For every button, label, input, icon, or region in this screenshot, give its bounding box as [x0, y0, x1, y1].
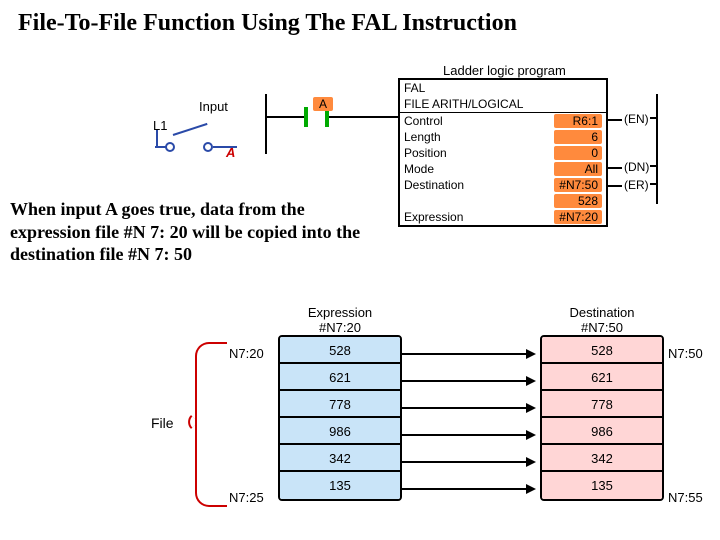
- dn-output-pin: (DN): [608, 160, 649, 174]
- dest-start-addr: N7:50: [668, 346, 703, 361]
- fal-length-label: Length: [404, 130, 441, 144]
- er-rail-connect: [650, 183, 658, 185]
- fal-length-value: 6: [554, 130, 602, 144]
- ladder-left-rail: [265, 94, 267, 154]
- destination-file-table: Destination #N7:50 528 621 778 986 342 1…: [540, 305, 664, 501]
- fal-position-value: 0: [554, 146, 602, 160]
- file-brace: [195, 342, 227, 507]
- expr-end-addr: N7:25: [229, 490, 264, 505]
- fal-instruction-block: FAL FILE ARITH/LOGICAL Control R6:1 Lengt…: [398, 78, 608, 227]
- expr-row: 986: [280, 418, 400, 445]
- expression-file-table: Expression #N7:20 528 621 778 986 342 13…: [278, 305, 402, 501]
- input-section-label: Input: [199, 99, 228, 114]
- ladder-program-label: Ladder logic program: [443, 63, 566, 78]
- expr-row: 528: [280, 337, 400, 364]
- description-paragraph: When input A goes true, data from the ex…: [10, 198, 380, 266]
- dest-row: 528: [542, 337, 662, 364]
- fal-expression-label: Expression: [404, 210, 463, 224]
- ladder-right-rail: [656, 94, 658, 204]
- dest-row: 778: [542, 391, 662, 418]
- slide-title: File-To-File Function Using The FAL Inst…: [18, 10, 517, 37]
- dest-row: 621: [542, 364, 662, 391]
- fal-mode-label: Mode: [404, 162, 434, 176]
- expr-row: 342: [280, 445, 400, 472]
- dest-end-addr: N7:55: [668, 490, 703, 505]
- expr-row: 778: [280, 391, 400, 418]
- dest-row: 135: [542, 472, 662, 499]
- expression-title-1: Expression: [278, 305, 402, 320]
- expr-row: 135: [280, 472, 400, 499]
- dn-rail-connect: [650, 165, 658, 167]
- destination-title-1: Destination: [540, 305, 664, 320]
- ladder-rung: [265, 116, 393, 118]
- expr-start-addr: N7:20: [229, 346, 264, 361]
- switch-a-label: A: [226, 145, 235, 160]
- rung-contact-a-label: A: [313, 97, 333, 111]
- file-brace-label: File: [151, 415, 174, 431]
- fal-destination-label: Destination: [404, 178, 464, 192]
- er-output-pin: (ER): [608, 178, 649, 192]
- destination-title-2: #N7:50: [540, 320, 664, 335]
- expr-row: 621: [280, 364, 400, 391]
- en-rail-connect: [650, 117, 658, 119]
- fal-control-label: Control: [404, 114, 443, 128]
- fal-position-label: Position: [404, 146, 447, 160]
- xio-contact-left: [304, 107, 308, 127]
- fal-expression-value: #N7:20: [554, 210, 602, 224]
- dest-row: 342: [542, 445, 662, 472]
- expression-title-2: #N7:20: [278, 320, 402, 335]
- en-output-pin: (EN): [608, 112, 649, 126]
- fal-destination-value2: 528: [554, 194, 602, 208]
- fal-mnemonic: FAL: [400, 80, 606, 96]
- dest-row: 986: [542, 418, 662, 445]
- fal-control-value: R6:1: [554, 114, 602, 128]
- fal-destination-value: #N7:50: [554, 178, 602, 192]
- fal-mode-value: All: [554, 162, 602, 176]
- fal-name: FILE ARITH/LOGICAL: [400, 96, 606, 113]
